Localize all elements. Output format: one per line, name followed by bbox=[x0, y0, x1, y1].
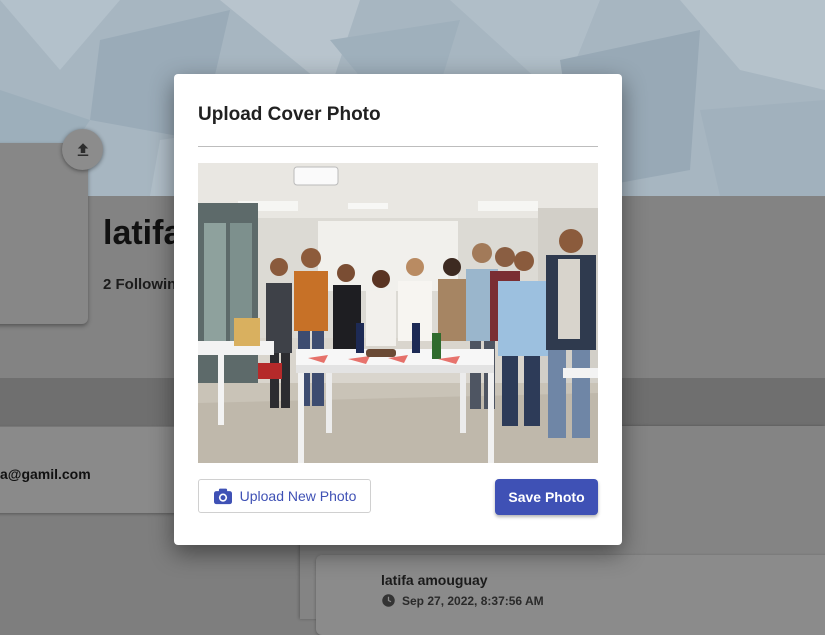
profile-name: latifa bbox=[103, 214, 183, 252]
clock-icon bbox=[382, 594, 395, 607]
dialog-divider bbox=[198, 146, 598, 147]
upload-cover-dialog: Upload Cover Photo Upload New Photo Save… bbox=[174, 74, 622, 545]
avatar bbox=[0, 143, 88, 324]
dialog-title: Upload Cover Photo bbox=[198, 104, 381, 125]
upload-new-photo-label: Upload New Photo bbox=[239, 488, 357, 504]
camera-icon bbox=[213, 488, 232, 505]
upload-cover-button[interactable] bbox=[62, 129, 103, 170]
group-photo bbox=[198, 163, 598, 463]
cover-photo-preview bbox=[198, 163, 598, 463]
upload-icon bbox=[77, 142, 88, 156]
post-timestamp: Sep 27, 2022, 8:37:56 AM bbox=[402, 593, 544, 608]
post-time-row: Sep 27, 2022, 8:37:56 AM bbox=[381, 593, 544, 608]
save-photo-button[interactable]: Save Photo bbox=[495, 479, 598, 515]
following-count[interactable]: 2 Followin bbox=[103, 276, 176, 293]
post-author[interactable]: latifa amouguay bbox=[381, 572, 488, 588]
upload-new-photo-button[interactable]: Upload New Photo bbox=[198, 479, 371, 513]
email-text: a@gamil.com bbox=[0, 466, 91, 482]
